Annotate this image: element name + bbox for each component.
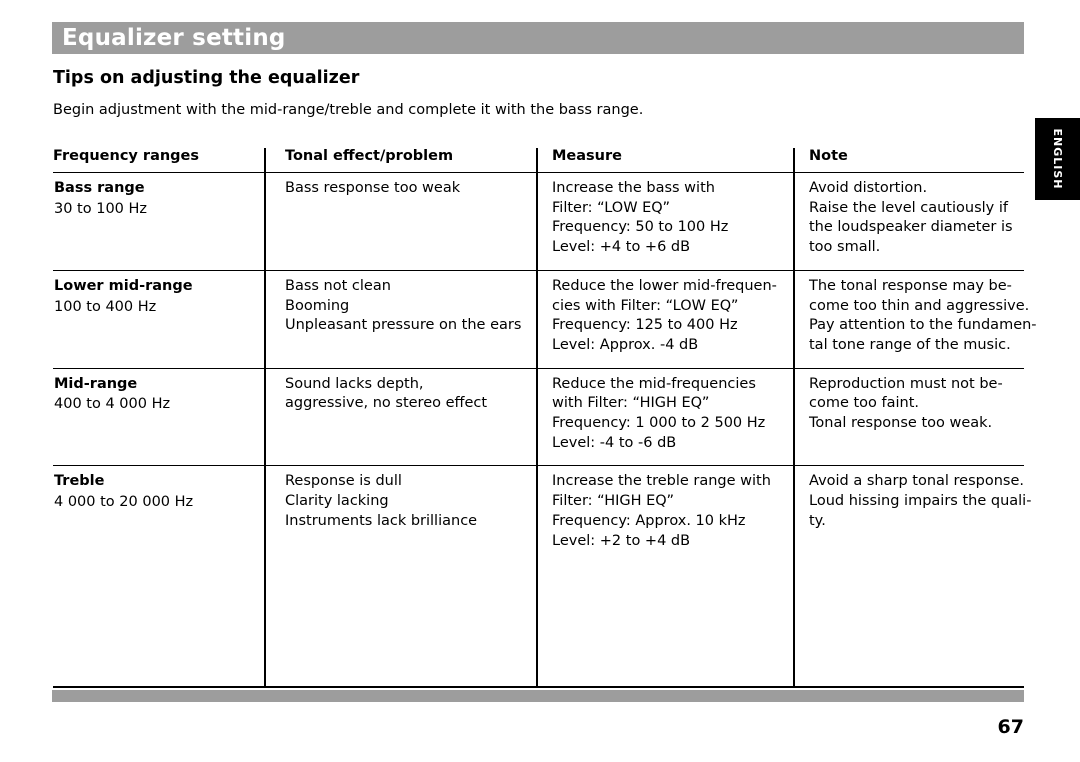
text-line: Bass not clean [285, 277, 391, 294]
text-line: Sound lacks depth, [285, 375, 424, 392]
cell-measure: Increase the treble range with Filter: “H… [537, 465, 794, 564]
cell-tonal-effect: Sound lacks depth, aggressive, no stereo … [265, 367, 537, 466]
range-name: Mid-range [54, 375, 138, 392]
text-line: cies with Filter: “LOW EQ” [552, 297, 739, 314]
text-line: Frequency: 1 000 to 2 500 Hz [552, 415, 766, 432]
text-line: come too thin and aggressive. [809, 297, 1030, 314]
cell-tonal-effect: Bass response too weak [265, 172, 537, 271]
text-line: Pay attention to the fundamen- [809, 317, 1037, 334]
cell-tonal-effect: Response is dull Clarity lacking Instrumen… [265, 465, 537, 564]
table-row: Mid-range 400 to 4 000 Hz Sound lacks dept… [53, 367, 1024, 466]
text-line: too small. [809, 239, 881, 256]
cell-note: The tonal response may be-come too thin … [794, 269, 1037, 369]
text-line: Instruments lack brilliance [285, 512, 478, 529]
text-line: Frequency: 50 to 100 Hz [552, 219, 729, 236]
text-line: ty. [809, 512, 826, 529]
text-line: Response is dull [285, 473, 402, 490]
section-subtitle: Tips on adjusting the equalizer [53, 68, 360, 88]
column-divider-3 [793, 148, 795, 688]
text-line: Avoid a sharp tonal response. [809, 473, 1025, 490]
cell-note: Reproduction must not be-come too faint.… [794, 367, 1024, 466]
text-line: Clarity lacking [285, 493, 389, 510]
cell-frequency-range: Bass range 30 to 100 Hz [53, 172, 265, 271]
document-page: Equalizer setting Tips on adjusting the … [0, 0, 1080, 762]
text-line: Booming [285, 297, 350, 314]
table-row: Treble 4 000 to 20 000 Hz Response is dull… [53, 465, 1032, 564]
text-line: Reduce the lower mid-frequen- [552, 277, 777, 294]
range-name: Treble [54, 473, 105, 490]
text-line: The tonal response may be- [809, 277, 1012, 294]
text-line: the loudspeaker diameter is [809, 219, 1013, 236]
cell-frequency-range: Lower mid-range 100 to 400 Hz [53, 269, 265, 369]
range-frequency: 400 to 4 000 Hz [54, 396, 171, 413]
text-line: Level: +2 to +4 dB [552, 532, 691, 549]
language-side-tab: ENGLISH [1035, 118, 1080, 200]
text-line: Filter: “LOW EQ” [552, 199, 670, 216]
intro-paragraph: Begin adjustment with the mid-range/treb… [53, 102, 644, 118]
text-line: Level: -4 to -6 dB [552, 434, 677, 451]
cell-note: Avoid a sharp tonal response. Loud hissin… [794, 465, 1032, 564]
text-line: Loud hissing impairs the quali- [809, 493, 1032, 510]
column-divider-1 [264, 148, 266, 688]
cell-measure: Reduce the lower mid-frequen-cies with F… [537, 269, 794, 369]
cell-frequency-range: Treble 4 000 to 20 000 Hz [53, 465, 265, 564]
range-name: Bass range [54, 180, 145, 196]
table-bottom-rule [53, 686, 1024, 688]
range-frequency: 4 000 to 20 000 Hz [54, 494, 194, 511]
cell-measure: Increase the bass with Filter: “LOW EQ” Fr… [537, 172, 794, 271]
table-body: Bass range 30 to 100 Hz Bass response too … [53, 172, 1037, 564]
page-title: Equalizer setting [62, 25, 286, 51]
text-line: come too faint. [809, 395, 920, 412]
text-line: Unpleasant pressure on the ears [285, 317, 522, 334]
column-header-tonal-effect: Tonal effect/problem [285, 148, 454, 164]
section-title-bar: Equalizer setting [52, 22, 1024, 54]
footer-bar [52, 690, 1024, 702]
text-line: Tonal response too weak. [809, 415, 993, 432]
text-line: Avoid distortion. [809, 180, 928, 196]
text-line: Reduce the mid-frequencies [552, 375, 756, 392]
table-row: Bass range 30 to 100 Hz Bass response too … [53, 172, 1024, 271]
table-header-row: Frequency ranges Tonal effect/problem Me… [53, 148, 1024, 173]
text-line: Level: +4 to +6 dB [552, 239, 691, 256]
text-line: tal tone range of the music. [809, 336, 1011, 353]
cell-tonal-effect: Bass not clean Booming Unpleasant pressure… [265, 269, 537, 369]
cell-frequency-range: Mid-range 400 to 4 000 Hz [53, 367, 265, 466]
cell-note: Avoid distortion. Raise the level cautiou… [794, 172, 1024, 271]
text-line: Increase the treble range with [552, 473, 771, 490]
column-divider-2 [536, 148, 538, 688]
text-line: Level: Approx. -4 dB [552, 336, 699, 353]
equalizer-tips-table: Frequency ranges Tonal effect/problem Me… [53, 148, 1037, 564]
page-number: 67 [997, 716, 1024, 738]
table-row: Lower mid-range 100 to 400 Hz Bass not cle… [53, 269, 1037, 369]
column-header-measure: Measure [552, 148, 622, 164]
text-line: with Filter: “HIGH EQ” [552, 395, 710, 412]
text-line: Bass response too weak [285, 180, 461, 196]
cell-measure: Reduce the mid-frequencies with Filter: “… [537, 367, 794, 466]
column-header-frequency-ranges: Frequency ranges [53, 148, 200, 164]
text-line: Frequency: 125 to 400 Hz [552, 317, 738, 334]
range-frequency: 100 to 400 Hz [54, 298, 157, 315]
text-line: Raise the level cautiously if [809, 199, 1008, 216]
text-line: Frequency: Approx. 10 kHz [552, 512, 746, 529]
text-line: Filter: “HIGH EQ” [552, 493, 674, 510]
text-line: aggressive, no stereo effect [285, 395, 488, 412]
language-side-tab-label: ENGLISH [1051, 128, 1064, 190]
text-line: Reproduction must not be- [809, 375, 1003, 392]
range-frequency: 30 to 100 Hz [54, 200, 148, 217]
column-header-note: Note [809, 148, 848, 164]
range-name: Lower mid-range [54, 277, 193, 294]
text-line: Increase the bass with [552, 180, 715, 196]
